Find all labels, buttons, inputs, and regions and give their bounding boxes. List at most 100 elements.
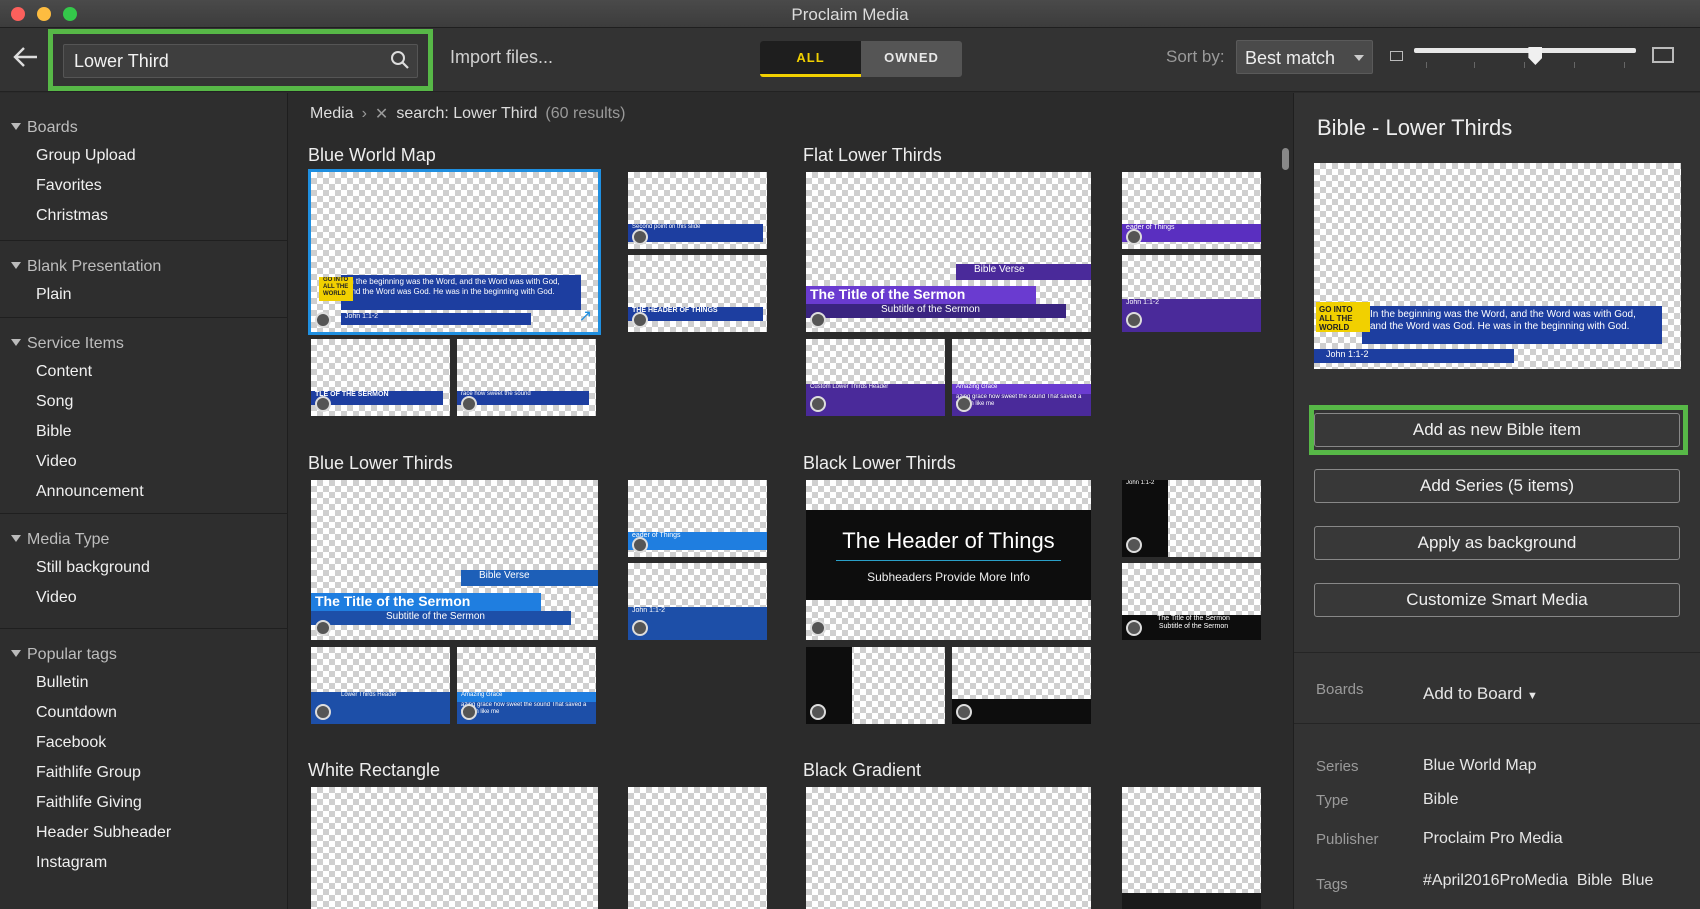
media-thumbnail[interactable] bbox=[806, 787, 1091, 909]
sidebar-item-video[interactable]: Video bbox=[0, 447, 288, 477]
disclosure-triangle-icon bbox=[11, 535, 21, 542]
add-series-button[interactable]: Add Series (5 items) bbox=[1314, 469, 1680, 503]
media-thumbnail[interactable] bbox=[952, 647, 1091, 724]
sidebar-section-header[interactable]: Service Items bbox=[0, 330, 288, 357]
thumbnail-caption: Amazing Grace bbox=[457, 692, 596, 702]
customize-smart-media-button[interactable]: Customize Smart Media bbox=[1314, 583, 1680, 617]
media-thumbnail[interactable] bbox=[1122, 787, 1261, 909]
thumbnail-caption: Second point on this slide bbox=[628, 224, 763, 242]
chevron-down-icon bbox=[1354, 55, 1364, 61]
sort-select[interactable]: Best match bbox=[1236, 40, 1373, 74]
search-input[interactable] bbox=[64, 45, 374, 77]
sidebar-item-christmas[interactable]: Christmas bbox=[0, 201, 288, 231]
large-thumbnail-icon[interactable] bbox=[1652, 47, 1674, 63]
group-title[interactable]: Flat Lower Thirds bbox=[803, 145, 942, 166]
media-thumbnail[interactable]: Amazing Grace azing grace how sweet the … bbox=[952, 339, 1091, 416]
media-thumbnail[interactable]: Second point on this slide bbox=[628, 172, 767, 249]
thumbnail-caption: eader of Things bbox=[628, 532, 767, 550]
smart-media-icon bbox=[1126, 312, 1142, 328]
slider-track bbox=[1414, 48, 1636, 53]
divider bbox=[0, 513, 288, 514]
media-thumbnail[interactable]: Lower Thirds Header bbox=[311, 647, 450, 724]
filter-owned-tab[interactable]: OWNED bbox=[861, 41, 962, 77]
media-thumbnail[interactable]: Custom Lower Thirds Header bbox=[806, 339, 945, 416]
group-title[interactable]: Black Gradient bbox=[803, 760, 921, 781]
tag-faithlife-group[interactable]: Faithlife Group bbox=[0, 758, 288, 788]
sidebar-section-header[interactable]: Media Type bbox=[0, 526, 288, 553]
media-thumbnail[interactable]: The Header of Things Subheaders Provide … bbox=[806, 480, 1091, 640]
meta-value-series[interactable]: Blue World Map bbox=[1423, 757, 1537, 775]
media-thumbnail[interactable] bbox=[628, 787, 767, 909]
sidebar-section-header[interactable]: Popular tags bbox=[0, 641, 288, 668]
sidebar-section-blank: Blank Presentation Plain bbox=[0, 253, 288, 310]
media-thumbnail[interactable]: eader of Things bbox=[1122, 172, 1261, 249]
sidebar-item-announcement[interactable]: Announcement bbox=[0, 477, 288, 507]
add-to-board-dropdown[interactable]: Add to Board ▼ bbox=[1423, 684, 1538, 704]
filter-all-tab[interactable]: ALL bbox=[760, 41, 861, 77]
clear-search-icon[interactable]: ✕ bbox=[375, 104, 388, 124]
media-thumbnail[interactable]: Bible Verse The Title of the Sermon Subt… bbox=[806, 172, 1091, 332]
breadcrumb-media[interactable]: Media bbox=[310, 105, 354, 123]
tag-faithlife-giving[interactable]: Faithlife Giving bbox=[0, 788, 288, 818]
meta-value-publisher[interactable]: Proclaim Pro Media bbox=[1423, 830, 1563, 848]
disclosure-triangle-icon bbox=[11, 650, 21, 657]
chevron-right-icon: › bbox=[361, 105, 367, 122]
media-thumbnail[interactable]: eader of Things bbox=[628, 480, 767, 557]
scrollbar[interactable] bbox=[1282, 148, 1289, 170]
slider-knob[interactable] bbox=[1528, 47, 1543, 65]
sidebar-item-bible[interactable]: Bible bbox=[0, 417, 288, 447]
smart-media-icon bbox=[1126, 229, 1142, 245]
media-thumbnail[interactable]: In the beginning was the Word, and the W… bbox=[308, 169, 601, 335]
smart-media-icon bbox=[461, 396, 477, 412]
thumbnail-caption: Custom Lower Thirds Header bbox=[806, 384, 945, 416]
meta-value-tags[interactable]: #April2016ProMedia Bible Blue bbox=[1423, 872, 1653, 890]
open-arrow-icon[interactable]: ↗ bbox=[579, 306, 592, 326]
sidebar-section-header[interactable]: Boards bbox=[0, 114, 288, 141]
sidebar-item-favorites[interactable]: Favorites bbox=[0, 171, 288, 201]
group-title[interactable]: Blue Lower Thirds bbox=[308, 453, 453, 474]
sidebar-item-still-background[interactable]: Still background bbox=[0, 553, 288, 583]
media-thumbnail[interactable]: John 1:1-2 bbox=[628, 563, 767, 640]
ownership-filter: ALL OWNED bbox=[760, 41, 962, 77]
smart-media-icon bbox=[810, 312, 826, 328]
thumbnail-panel bbox=[1122, 893, 1261, 909]
back-arrow-icon[interactable] bbox=[8, 42, 44, 78]
group-title[interactable]: Black Lower Thirds bbox=[803, 453, 956, 474]
media-thumbnail[interactable]: Amazing Grace azing grace how sweet the … bbox=[457, 647, 596, 724]
media-thumbnail[interactable]: race how sweet the sound bbox=[457, 339, 596, 416]
tag-bulletin[interactable]: Bulletin bbox=[0, 668, 288, 698]
sort-value: Best match bbox=[1245, 48, 1336, 68]
media-thumbnail[interactable] bbox=[806, 647, 945, 724]
tag-header-subheader[interactable]: Header Subheader bbox=[0, 818, 288, 848]
media-thumbnail[interactable]: Bible Verse The Title of the Sermon Subt… bbox=[311, 480, 598, 640]
thumbnail-size-slider[interactable] bbox=[1414, 47, 1636, 78]
meta-key-publisher: Publisher bbox=[1316, 831, 1379, 848]
media-thumbnail[interactable] bbox=[311, 787, 598, 909]
meta-value-type: Bible bbox=[1423, 791, 1459, 808]
tag-countdown[interactable]: Countdown bbox=[0, 698, 288, 728]
group-title[interactable]: Blue World Map bbox=[308, 145, 436, 166]
smart-media-icon bbox=[315, 312, 331, 328]
sidebar-section-header[interactable]: Blank Presentation bbox=[0, 253, 288, 280]
add-bible-item-button[interactable]: Add as new Bible item bbox=[1314, 413, 1680, 447]
media-thumbnail[interactable]: THE HEADER OF THINGS bbox=[628, 255, 767, 332]
thumbnail-caption: eader of Things bbox=[1122, 224, 1261, 242]
media-thumbnail[interactable]: TLE OF THE SERMON bbox=[311, 339, 450, 416]
media-thumbnail[interactable]: The Title of the Sermon Subtitle of the S… bbox=[1122, 563, 1261, 640]
preview-reference: John 1:1-2 bbox=[1314, 349, 1514, 363]
sidebar-item-group-upload[interactable]: Group Upload bbox=[0, 141, 288, 171]
sidebar-item-video[interactable]: Video bbox=[0, 583, 288, 613]
group-title[interactable]: White Rectangle bbox=[308, 760, 440, 781]
tag-facebook[interactable]: Facebook bbox=[0, 728, 288, 758]
small-thumbnail-icon[interactable] bbox=[1390, 51, 1403, 61]
apply-background-button[interactable]: Apply as background bbox=[1314, 526, 1680, 560]
tag-instagram[interactable]: Instagram bbox=[0, 848, 288, 878]
media-thumbnail[interactable]: John 1:1-2 bbox=[1122, 255, 1261, 332]
search-icon[interactable] bbox=[389, 49, 411, 71]
import-files-link[interactable]: Import files... bbox=[450, 47, 553, 68]
sidebar-item-content[interactable]: Content bbox=[0, 357, 288, 387]
sidebar-item-plain[interactable]: Plain bbox=[0, 280, 288, 310]
sidebar-item-song[interactable]: Song bbox=[0, 387, 288, 417]
media-thumbnail[interactable]: John 1:1-2 bbox=[1122, 480, 1261, 557]
window-title: Proclaim Media bbox=[791, 5, 909, 24]
